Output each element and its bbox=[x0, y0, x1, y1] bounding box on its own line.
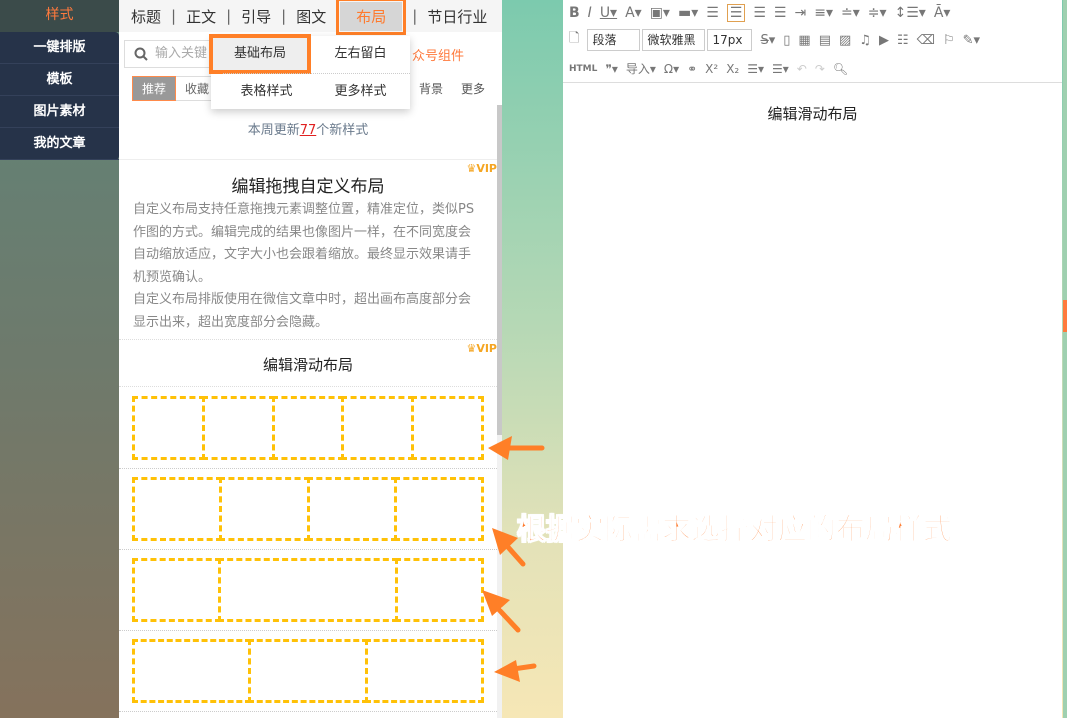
special-char-icon[interactable]: Ω▾ bbox=[664, 62, 679, 76]
paragraph-select[interactable]: 段落 bbox=[587, 29, 641, 51]
search-icon bbox=[134, 47, 148, 61]
slide-layout-card[interactable]: ♛VIP 编辑滑动布局 bbox=[119, 340, 497, 387]
spacing-icon[interactable]: ≡▾ bbox=[814, 5, 833, 21]
vip-badge: ♛VIP bbox=[466, 342, 497, 355]
superscript-icon[interactable]: X² bbox=[705, 62, 718, 76]
custom-layout-card[interactable]: ♛VIP 编辑拖拽自定义布局 自定义布局支持任意拖拽元素调整位置，精准定位，类似… bbox=[119, 160, 497, 340]
tab-guide[interactable]: 引导 bbox=[241, 6, 271, 27]
highlight-icon[interactable]: ▬▾ bbox=[678, 5, 698, 21]
spacing-after-icon[interactable]: ≑▾ bbox=[868, 5, 887, 21]
category-tabs: 标题 | 正文 | 引导 | 图文 布局 | 节日行业 bbox=[119, 0, 502, 35]
sidebar-nav: 一键排版 模板 图片素材 我的文章 bbox=[0, 32, 119, 160]
eraser-icon[interactable]: ⌫ bbox=[917, 33, 935, 48]
clear-format-icon[interactable]: ⚐ bbox=[943, 33, 955, 48]
tab-image-text[interactable]: 图文 bbox=[296, 6, 326, 27]
word-icon[interactable]: ▯ bbox=[783, 33, 790, 48]
layout-4-columns[interactable] bbox=[132, 477, 484, 541]
card-title: 编辑滑动布局 bbox=[262, 356, 353, 374]
sidebar-item-one-click[interactable]: 一键排版 bbox=[0, 32, 119, 64]
weekly-update: 本周更新77个新样式 bbox=[119, 105, 497, 160]
subscript-icon[interactable]: X₂ bbox=[726, 62, 739, 76]
style-list: 本周更新77个新样式 ♛VIP 编辑拖拽自定义布局 自定义布局支持任意拖拽元素调… bbox=[119, 105, 497, 387]
table-icon[interactable]: ▤ bbox=[819, 33, 831, 48]
update-text: 个新样式 bbox=[316, 123, 369, 138]
line-height-icon[interactable]: ↕☰▾ bbox=[895, 5, 926, 21]
document-icon[interactable]: 🗋 bbox=[569, 29, 579, 51]
font-select[interactable]: 微软雅黑 bbox=[642, 29, 706, 51]
layout-dropdown: 基础布局 左右留白 表格样式 更多样式 bbox=[209, 34, 410, 109]
link-icon[interactable]: ⚭ bbox=[687, 62, 697, 76]
arrows bbox=[482, 436, 545, 682]
filter-background[interactable]: 背景 bbox=[419, 80, 443, 97]
align-left-icon[interactable]: ☰ bbox=[706, 5, 719, 21]
letter-spacing-icon[interactable]: Ā▾ bbox=[934, 5, 951, 21]
size-select[interactable]: 17px bbox=[707, 29, 753, 51]
toolbar-row-1: B I U▾ A▾ ▣▾ ▬▾ ☰ ☰ ☰ ☰ ⇥ ≡▾ ≐▾ ≑▾ ↕☰▾ Ā▾ bbox=[569, 4, 950, 22]
tab-layout[interactable]: 布局 bbox=[336, 0, 407, 35]
indent-icon[interactable]: ⇥ bbox=[794, 5, 806, 21]
menu-more-styles[interactable]: 更多样式 bbox=[311, 73, 410, 109]
sidebar-item-articles[interactable]: 我的文章 bbox=[0, 128, 119, 160]
gallery-icon[interactable]: ▨ bbox=[839, 33, 851, 48]
toolbar-row-3: HTML ❞▾ 导入▾ Ω▾ ⚭ X² X₂ ☰▾ ☰▾ ↶ ↷ 🔍︎ bbox=[569, 60, 848, 77]
redo-icon[interactable]: ↷ bbox=[815, 62, 825, 76]
sidebar-item-template[interactable]: 模板 bbox=[0, 64, 119, 96]
menu-table-style[interactable]: 表格样式 bbox=[223, 73, 310, 109]
undo-icon[interactable]: ↶ bbox=[797, 62, 807, 76]
html-button[interactable]: HTML bbox=[569, 64, 597, 74]
gzh-components-link[interactable]: 众号组件 bbox=[412, 45, 464, 64]
tab-holiday[interactable]: 节日行业 bbox=[427, 6, 487, 27]
layout-5-columns[interactable] bbox=[132, 396, 484, 460]
editor-content[interactable]: 编辑滑动布局 bbox=[563, 103, 1062, 124]
search-placeholder: 输入关键 bbox=[155, 46, 208, 61]
ordered-list-icon[interactable]: ☰▾ bbox=[747, 62, 764, 76]
align-center-icon[interactable]: ☰ bbox=[726, 4, 746, 22]
quote-icon[interactable]: ❞▾ bbox=[605, 62, 617, 76]
italic-icon[interactable]: I bbox=[588, 5, 592, 21]
update-text: 本周更新 bbox=[247, 123, 300, 138]
card-desc: 自定义布局排版使用在微信文章中时，超出画布高度部分会显示出来，超出宽度部分会隐藏… bbox=[133, 292, 472, 330]
sidebar-item-style[interactable]: 样式 bbox=[0, 0, 119, 32]
card-title: 编辑拖拽自定义布局 bbox=[231, 177, 385, 197]
magic-icon[interactable]: ✎▾ bbox=[963, 33, 980, 48]
tab-title[interactable]: 标题 bbox=[131, 6, 161, 27]
unordered-list-icon[interactable]: ☰▾ bbox=[772, 62, 789, 76]
justify-icon[interactable]: ☰ bbox=[774, 5, 787, 21]
card-desc: 自定义布局支持任意拖拽元素调整位置，精准定位，类似PS作图的方式。编辑完成的结果… bbox=[133, 202, 475, 285]
layout-3-columns-wide-center[interactable] bbox=[132, 558, 484, 622]
strikethrough-icon[interactable]: S̶▾ bbox=[760, 33, 775, 48]
tab-body[interactable]: 正文 bbox=[186, 6, 216, 27]
video-icon[interactable]: ▶ bbox=[879, 33, 889, 48]
spacing-before-icon[interactable]: ≐▾ bbox=[841, 5, 860, 21]
align-right-icon[interactable]: ☰ bbox=[753, 5, 766, 21]
menu-basic-layout[interactable]: 基础布局 bbox=[209, 34, 311, 74]
filter-more[interactable]: 更多 bbox=[461, 80, 485, 97]
divider-icon[interactable]: ☷ bbox=[897, 33, 909, 48]
update-count[interactable]: 77 bbox=[300, 123, 317, 138]
image-icon[interactable]: ▦ bbox=[798, 33, 810, 48]
arrow-icon bbox=[488, 436, 512, 460]
bold-icon[interactable]: B bbox=[569, 5, 580, 21]
find-icon[interactable]: 🔍︎ bbox=[833, 62, 848, 76]
filter-recommend[interactable]: 推荐 bbox=[132, 76, 177, 101]
vip-badge: ♛VIP bbox=[466, 162, 497, 175]
music-icon[interactable]: ♫ bbox=[859, 33, 871, 48]
right-strip bbox=[1063, 0, 1067, 718]
import-button[interactable]: 导入▾ bbox=[626, 60, 656, 77]
menu-side-margin[interactable]: 左右留白 bbox=[311, 36, 410, 72]
background-color-icon[interactable]: ▣▾ bbox=[650, 5, 670, 21]
annotation-callout: 根据实际需求选择对应的布局样式 bbox=[516, 512, 953, 547]
sidebar-item-images[interactable]: 图片素材 bbox=[0, 96, 119, 128]
editor: B I U▾ A▾ ▣▾ ▬▾ ☰ ☰ ☰ ☰ ⇥ ≡▾ ≐▾ ≑▾ ↕☰▾ Ā▾ 🗋 段落 微软雅黑 17p… bbox=[563, 0, 1062, 718]
arrow-icon bbox=[494, 660, 520, 682]
underline-icon[interactable]: U▾ bbox=[600, 5, 617, 21]
toolbar-row-2: 🗋 段落 微软雅黑 17px S̶▾ ▯ ▦ ▤ ▨ ♫ ▶ ☷ ⌫ ⚐ ✎▾ bbox=[569, 29, 980, 51]
arrow-icon bbox=[482, 590, 510, 616]
font-color-icon[interactable]: A▾ bbox=[625, 5, 642, 21]
filter-bar: 推荐 收藏 bbox=[132, 76, 220, 101]
layout-3-columns[interactable] bbox=[132, 639, 484, 703]
